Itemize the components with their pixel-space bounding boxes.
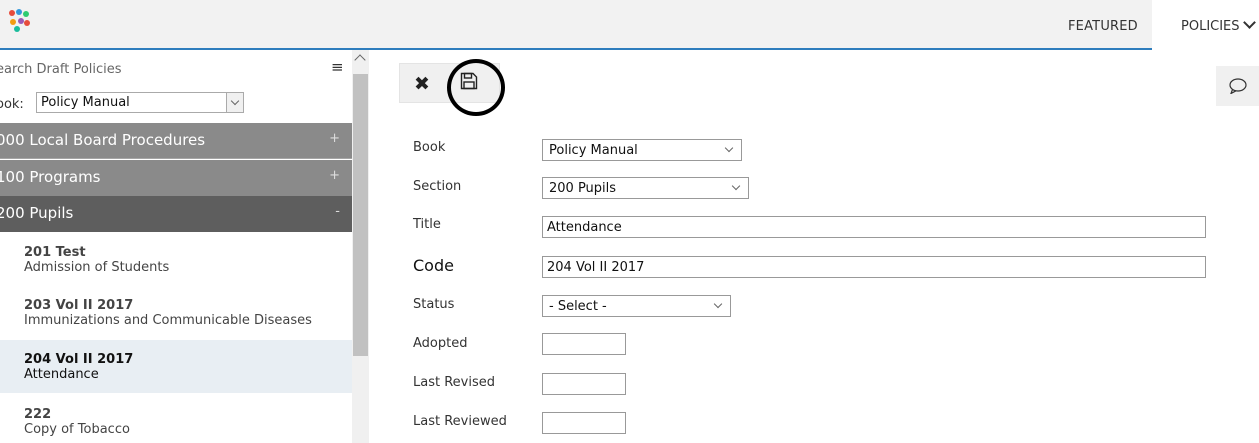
book-filter-value: Policy Manual — [41, 95, 130, 110]
policy-item-201[interactable]: 201 Test Admission of Students — [0, 245, 352, 285]
nav-featured[interactable]: FEATURED — [1068, 19, 1138, 34]
policy-code: 222 — [24, 407, 52, 422]
status-select-value: - Select - — [549, 299, 607, 314]
comment-button[interactable] — [1216, 66, 1259, 106]
scroll-thumb[interactable] — [353, 74, 368, 356]
policy-name: Attendance — [24, 367, 99, 382]
chevron-down-icon — [1242, 16, 1256, 29]
expand-icon: + — [329, 131, 340, 146]
expand-icon: + — [329, 168, 340, 183]
chat-icon — [1229, 78, 1247, 94]
chevron-down-icon — [724, 143, 734, 153]
logo-icon[interactable] — [6, 8, 32, 34]
section-label: 000 Local Board Procedures — [0, 131, 206, 149]
close-icon[interactable]: ✖ — [414, 73, 430, 95]
section-select-value: 200 Pupils — [549, 181, 617, 196]
status-select[interactable]: - Select - — [542, 295, 731, 317]
last-revised-input[interactable] — [542, 373, 626, 395]
policy-name: Copy of Tobacco — [24, 422, 130, 437]
book-label: Book — [413, 140, 446, 155]
policy-name: Admission of Students — [24, 260, 170, 275]
collapse-icon: - — [335, 204, 340, 219]
section-200[interactable]: 200 Pupils - — [0, 196, 352, 232]
policy-code: 203 Vol II 2017 — [24, 298, 134, 313]
book-filter-label: ook: — [0, 97, 24, 112]
section-label: 100 Programs — [0, 168, 101, 186]
scroll-up-icon[interactable] — [354, 54, 366, 66]
last-revised-label: Last Revised — [413, 375, 495, 390]
book-filter-select[interactable]: Policy Manual — [36, 92, 244, 113]
section-label: Section — [413, 179, 462, 194]
code-input-value: 204 Vol II 2017 — [547, 260, 645, 275]
section-100[interactable]: 100 Programs + — [0, 160, 352, 196]
code-label: Code — [413, 256, 454, 275]
policy-item-204-selected[interactable]: 204 Vol II 2017 Attendance — [0, 340, 352, 393]
highlight-circle-annotation — [447, 59, 505, 116]
policy-code: 204 Vol II 2017 — [24, 352, 134, 367]
title-input[interactable]: Attendance — [542, 216, 1206, 238]
search-input[interactable]: earch Draft Policies — [0, 62, 122, 77]
title-input-value: Attendance — [547, 220, 622, 235]
chevron-down-icon — [713, 299, 723, 309]
book-select[interactable]: Policy Manual — [542, 139, 742, 161]
adopted-label: Adopted — [413, 336, 468, 351]
policy-item-222[interactable]: 222 Copy of Tobacco — [0, 407, 352, 443]
chevron-down-icon — [230, 96, 240, 106]
book-select-value: Policy Manual — [549, 143, 638, 158]
policy-item-203[interactable]: 203 Vol II 2017 Immunizations and Commun… — [0, 298, 352, 338]
nav-policies[interactable]: POLICIES — [1152, 0, 1259, 50]
title-label: Title — [413, 217, 441, 232]
section-000[interactable]: 000 Local Board Procedures + — [0, 123, 352, 159]
code-input[interactable]: 204 Vol II 2017 — [542, 256, 1206, 278]
hamburger-icon[interactable]: ≡ — [331, 58, 344, 76]
chevron-down-icon — [731, 181, 741, 191]
last-reviewed-label: Last Reviewed — [413, 414, 507, 429]
top-navigation-bar: FEATURED POLICIES — [0, 0, 1259, 50]
sidebar-scrollbar[interactable] — [352, 50, 369, 443]
sidebar: earch Draft Policies ≡ ook: Policy Manua… — [0, 50, 352, 443]
adopted-input[interactable] — [542, 333, 626, 355]
section-select[interactable]: 200 Pupils — [542, 177, 749, 199]
status-label: Status — [413, 297, 455, 312]
last-reviewed-input[interactable] — [542, 412, 626, 434]
select-arrow-box — [226, 93, 243, 112]
nav-policies-label: POLICIES — [1181, 19, 1240, 34]
policy-code: 201 Test — [24, 245, 86, 260]
policy-name: Immunizations and Communicable Diseases — [24, 313, 312, 328]
section-label: 200 Pupils — [0, 204, 74, 222]
